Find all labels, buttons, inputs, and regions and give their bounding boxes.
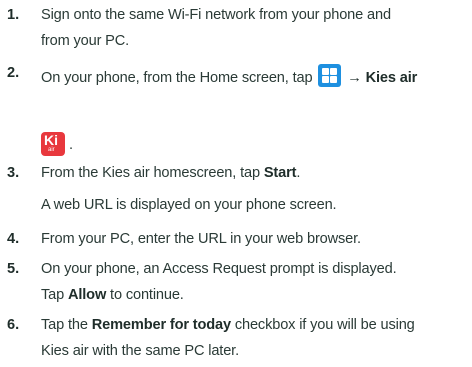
step-1-line-1: Sign onto the same Wi-Fi network from yo… bbox=[41, 7, 391, 23]
step-number-2: 2. bbox=[7, 65, 20, 81]
step-2-line-1: On your phone, from the Home screen, tap… bbox=[41, 64, 417, 88]
step-1-line-2: from your PC. bbox=[41, 33, 130, 49]
step-3-note: A web URL is displayed on your phone scr… bbox=[41, 197, 337, 213]
kies-air-label: Kies air bbox=[365, 70, 418, 86]
step-number-1: 1. bbox=[7, 7, 20, 23]
step-2-text: On your phone, from the Home screen, tap bbox=[41, 70, 313, 86]
remember-for-today-label: Remember for today bbox=[91, 317, 231, 333]
step-number-4: 4. bbox=[7, 231, 20, 247]
step-6-line-2: Kies air with the same PC later. bbox=[41, 343, 239, 359]
allow-label: Allow bbox=[67, 287, 107, 303]
kies-air-icon: Ki air bbox=[41, 132, 65, 156]
step-5-line-2: Tap Allow to continue. bbox=[41, 287, 184, 303]
step-number-5: 5. bbox=[7, 261, 20, 277]
apps-grid-icon bbox=[318, 64, 342, 87]
step-5-line-1: On your phone, an Access Request prompt … bbox=[41, 261, 397, 277]
arrow-glyph: → bbox=[347, 70, 362, 86]
step-4-line-1: From your PC, enter the URL in your web … bbox=[41, 231, 361, 247]
step-3-line-1: From the Kies air homescreen, tap Start. bbox=[41, 165, 301, 181]
step-number-6: 6. bbox=[7, 317, 20, 333]
start-label: Start bbox=[263, 165, 297, 181]
step-number-3: 3. bbox=[7, 165, 20, 181]
step-2-period: . bbox=[69, 137, 73, 153]
step-6-line-1: Tap the Remember for today checkbox if y… bbox=[41, 317, 415, 333]
